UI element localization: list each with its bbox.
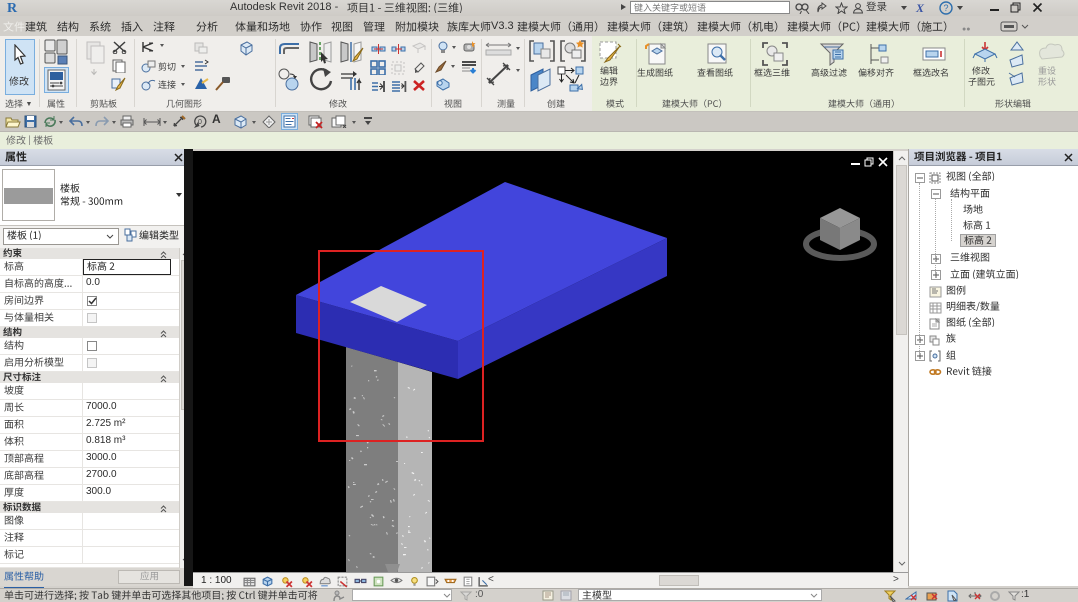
svg-text:0: 0 xyxy=(198,119,202,126)
svg-text:?: ? xyxy=(943,3,948,13)
